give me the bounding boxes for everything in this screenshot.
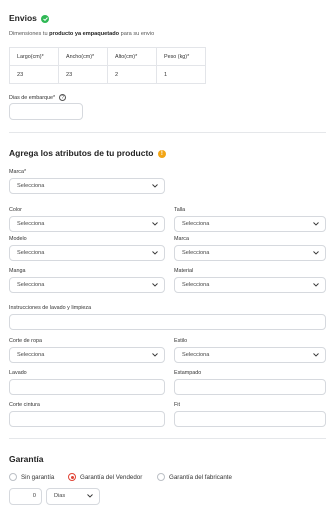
estilo-select-value: Selecciona bbox=[182, 352, 210, 358]
garantia-vendedor-label: Garantía del Vendedor bbox=[80, 473, 143, 481]
marca-select[interactable]: Selecciona bbox=[9, 178, 165, 194]
modelo-select-value: Selecciona bbox=[17, 250, 45, 256]
talla-select[interactable]: Selecciona bbox=[174, 216, 326, 232]
chevron-down-icon bbox=[152, 251, 158, 255]
atributos-title: Agrega los atributos de tu producto bbox=[9, 148, 154, 158]
talla-select-value: Selecciona bbox=[182, 221, 210, 227]
envios-desc-bold: producto ya empaquetado bbox=[49, 31, 120, 37]
garantia-amount-input[interactable]: 0 bbox=[9, 488, 42, 505]
envios-title: Envios bbox=[9, 13, 37, 23]
marca-select-value: Selecciona bbox=[17, 183, 45, 189]
garantia-option-sin[interactable]: Sin garantía bbox=[9, 473, 54, 481]
ancho-value[interactable]: 23 bbox=[58, 65, 108, 84]
dimensions-table: Largo(cm)* Ancho(cm)* Alto(cm)* Peso (kg… bbox=[9, 47, 206, 84]
dias-embarque-label: Dias de embarque* ? bbox=[9, 94, 66, 101]
corte-cintura-input[interactable] bbox=[9, 411, 165, 427]
marca-label-2: Marca bbox=[174, 236, 189, 242]
marca-label: Marca* bbox=[9, 169, 27, 175]
section-divider-1 bbox=[9, 132, 326, 133]
garantia-title: Garantía bbox=[9, 454, 44, 464]
chevron-down-icon bbox=[313, 222, 319, 226]
sin-garantia-label: Sin garantía bbox=[21, 473, 55, 481]
help-icon[interactable]: ? bbox=[58, 94, 66, 101]
warning-icon: ! bbox=[157, 149, 166, 158]
chevron-down-icon bbox=[313, 353, 319, 357]
estilo-select[interactable]: Selecciona bbox=[174, 347, 326, 363]
chevron-down-icon bbox=[87, 494, 93, 498]
corte-ropa-select[interactable]: Selecciona bbox=[9, 347, 165, 363]
garantia-option-vendedor[interactable]: Garantía del Vendedor bbox=[68, 473, 142, 481]
instrucciones-input[interactable] bbox=[9, 314, 326, 330]
peso-value[interactable]: 1 bbox=[156, 65, 206, 84]
fit-input[interactable] bbox=[174, 411, 326, 427]
instrucciones-label: Instrucciones de lavado y limpieza bbox=[9, 305, 92, 311]
manga-select-value: Selecciona bbox=[17, 282, 45, 288]
alto-value[interactable]: 2 bbox=[107, 65, 157, 84]
material-select[interactable]: Selecciona bbox=[174, 277, 326, 293]
manga-label: Manga bbox=[9, 268, 26, 274]
atributos-heading: Agrega los atributos de tu producto ! bbox=[9, 148, 166, 158]
envios-desc-prefix: Dimensiones tu bbox=[9, 31, 50, 37]
estilo-label: Estilo bbox=[174, 338, 188, 344]
material-select-value: Selecciona bbox=[182, 282, 210, 288]
garantia-fabricante-label: Garantía del fabricante bbox=[169, 473, 232, 481]
radio-garantia-vendedor[interactable] bbox=[68, 473, 76, 481]
largo-header: Largo(cm)* bbox=[9, 47, 59, 66]
corte-cintura-label: Corte cintura bbox=[9, 402, 40, 408]
color-label: Color bbox=[9, 207, 22, 213]
chevron-down-icon bbox=[152, 283, 158, 287]
garantia-unit-value: Dias bbox=[54, 493, 66, 499]
marca-select-2[interactable]: Selecciona bbox=[174, 245, 326, 261]
chevron-down-icon bbox=[313, 283, 319, 287]
envios-heading: Envios bbox=[9, 13, 50, 23]
lavado-input[interactable] bbox=[9, 379, 165, 395]
corte-ropa-label: Corte de ropa bbox=[9, 338, 42, 344]
talla-label: Talla bbox=[174, 207, 186, 213]
check-circle-icon bbox=[41, 14, 50, 23]
modelo-select[interactable]: Selecciona bbox=[9, 245, 165, 261]
chevron-down-icon bbox=[152, 353, 158, 357]
largo-value[interactable]: 23 bbox=[9, 65, 59, 84]
lavado-label: Lavado bbox=[9, 370, 27, 376]
corte-ropa-select-value: Selecciona bbox=[17, 352, 45, 358]
color-select-value: Selecciona bbox=[17, 221, 45, 227]
envios-description: Dimensiones tu producto ya empaquetado p… bbox=[9, 31, 154, 37]
garantia-amount-value: 0 bbox=[32, 493, 36, 499]
radio-sin-garantia[interactable] bbox=[9, 473, 17, 481]
color-select[interactable]: Selecciona bbox=[9, 216, 165, 232]
modelo-label: Modelo bbox=[9, 236, 27, 242]
alto-header: Alto(cm)* bbox=[107, 47, 157, 66]
chevron-down-icon bbox=[152, 222, 158, 226]
garantia-option-fabricante[interactable]: Garantía del fabricante bbox=[157, 473, 232, 481]
fit-label: Fit bbox=[174, 402, 180, 408]
radio-garantia-fabricante[interactable] bbox=[157, 473, 165, 481]
dimensions-header-row: Largo(cm)* Ancho(cm)* Alto(cm)* Peso (kg… bbox=[9, 47, 206, 66]
ancho-header: Ancho(cm)* bbox=[58, 47, 108, 66]
chevron-down-icon bbox=[152, 184, 158, 188]
estampado-label: Estampado bbox=[174, 370, 202, 376]
section-divider-2 bbox=[9, 438, 326, 439]
dimensions-value-row: 23 23 2 1 bbox=[9, 65, 206, 84]
garantia-unit-select[interactable]: Dias bbox=[46, 488, 100, 505]
manga-select[interactable]: Selecciona bbox=[9, 277, 165, 293]
marca-select-2-value: Selecciona bbox=[182, 250, 210, 256]
dias-embarque-label-text: Dias de embarque* bbox=[9, 94, 56, 101]
envios-desc-suffix: para su envio bbox=[119, 31, 155, 37]
dias-embarque-input[interactable] bbox=[9, 103, 83, 120]
material-label: Material bbox=[174, 268, 194, 274]
peso-header: Peso (kg)* bbox=[156, 47, 206, 66]
chevron-down-icon bbox=[313, 251, 319, 255]
estampado-input[interactable] bbox=[174, 379, 326, 395]
